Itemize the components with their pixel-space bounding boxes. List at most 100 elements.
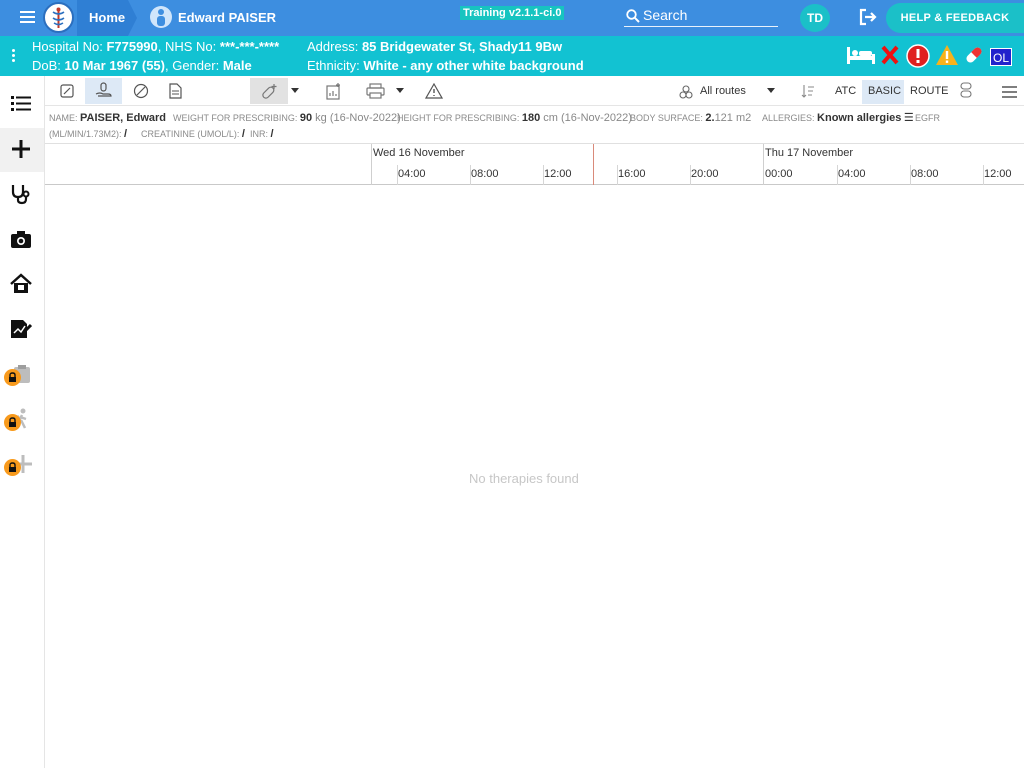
banner-more-icon[interactable]: [12, 49, 16, 64]
nav-list[interactable]: [0, 82, 44, 126]
weight-value: 90: [299, 112, 313, 124]
camera-icon: [11, 231, 31, 248]
no-entry-icon: [133, 83, 149, 99]
toolbar-add-therapy-button[interactable]: [250, 78, 288, 104]
prescription-icon: [60, 84, 74, 98]
date-of-birth: 10 Mar 1967 (55): [64, 58, 165, 73]
nav-documents[interactable]: [0, 308, 44, 352]
basic-grouping-button[interactable]: BASIC: [868, 85, 901, 97]
timeline-hour: 12:00: [544, 168, 572, 180]
day-divider: [763, 144, 764, 185]
print-dropdown-icon[interactable]: [396, 88, 404, 94]
search-icon: [626, 9, 640, 23]
gender: Male: [222, 58, 252, 73]
lock-icon: [9, 417, 16, 427]
more-menu-icon[interactable]: [1002, 86, 1017, 98]
document-icon: [169, 83, 182, 99]
bed-icon[interactable]: [846, 44, 876, 66]
address: 85 Bridgewater St, Shady11 9Bw: [361, 39, 563, 54]
address-line: Address: 85 Bridgewater St, Shady11 9Bw: [307, 39, 563, 54]
hand-pill-icon: [95, 82, 112, 97]
bsa-value: 2.: [705, 112, 715, 124]
toolbar-view-1-button[interactable]: [53, 78, 81, 104]
search-box[interactable]: Search: [624, 6, 778, 27]
patient-info-name: PAISER, Edward: [80, 112, 167, 124]
warning-outline-icon: [425, 83, 443, 99]
add-therapy-dropdown-icon[interactable]: [291, 88, 299, 94]
nav-locked-clipboard[interactable]: [0, 353, 44, 397]
toolbar-report-button[interactable]: [319, 78, 347, 104]
timeline-day-2: Thu 17 November: [765, 147, 854, 159]
timeline-hour: 00:00: [765, 168, 793, 180]
timeline-hour: 12:00: [984, 168, 1012, 180]
allergies-value[interactable]: Known allergies: [817, 112, 901, 124]
routes-dropdown-icon[interactable]: [767, 88, 775, 94]
routes-filter-select[interactable]: All routes: [700, 85, 746, 97]
ol-badge[interactable]: OL: [990, 48, 1012, 66]
medication-pill-icon[interactable]: [963, 44, 985, 66]
toolbar-administration-button[interactable]: [85, 78, 122, 104]
toolbar-document-button[interactable]: [161, 78, 189, 104]
routes-icon: [679, 85, 693, 99]
add-pill-icon: [262, 84, 277, 99]
ethnicity-line: Ethnicity: White - any other white backg…: [307, 58, 584, 73]
height-value: 180: [521, 112, 541, 124]
app-logo[interactable]: [43, 2, 74, 33]
dob-gender-line: DoB: 10 Mar 1967 (55), Gender: Male: [32, 58, 252, 73]
plus-icon: [12, 140, 30, 158]
help-feedback-button[interactable]: HELP & FEEDBACK: [886, 3, 1024, 33]
toolbar-warnings-button[interactable]: [420, 78, 448, 104]
group-pills-icon[interactable]: [959, 82, 973, 98]
top-bar: Home Edward PAISER Training v2.1.1-ci.0 …: [0, 0, 1024, 36]
route-grouping-button[interactable]: ROUTE: [910, 85, 949, 97]
creatinine-value: /: [241, 128, 245, 140]
timeline-hour: 04:00: [838, 168, 866, 180]
patient-person-icon: [150, 6, 172, 28]
nav-home[interactable]: [0, 263, 44, 307]
warning-alert-icon[interactable]: [935, 44, 959, 66]
search-label: Search: [643, 7, 688, 23]
patient-name-breadcrumb[interactable]: Edward PAISER: [178, 10, 276, 25]
hospital-number: F775990: [106, 39, 158, 54]
ethnicity: White - any other white background: [363, 58, 584, 73]
nav-locked-add[interactable]: [0, 443, 44, 487]
logout-icon[interactable]: [858, 8, 878, 26]
lock-badge: [4, 459, 21, 476]
list-icon: [11, 96, 31, 111]
lock-badge: [4, 369, 21, 386]
allergies-list-icon[interactable]: ☰: [904, 112, 914, 124]
nav-locked-discharge[interactable]: [0, 398, 44, 442]
report-icon: [326, 83, 340, 100]
lock-icon: [9, 372, 16, 382]
printer-icon: [366, 83, 385, 99]
empty-therapies-message: No therapies found: [469, 471, 579, 486]
timeline-hour: 04:00: [398, 168, 426, 180]
therapy-toolbar: All routes ATC BASIC ROUTE: [45, 78, 1024, 106]
nav-camera[interactable]: [0, 218, 44, 262]
hospital-nhs-line: Hospital No: F775990, NHS No: ***-***-**…: [32, 39, 280, 54]
training-version-badge: Training v2.1.1-ci.0: [460, 6, 565, 20]
stethoscope-icon: [11, 185, 30, 205]
caduceus-icon: [52, 7, 65, 28]
toolbar-view-3-button[interactable]: [127, 78, 155, 104]
atc-grouping-button[interactable]: ATC: [835, 85, 856, 97]
patient-banner: Hospital No: F775990, NHS No: ***-***-**…: [0, 36, 1024, 76]
user-avatar[interactable]: TD: [800, 4, 830, 32]
document-edit-icon: [11, 320, 32, 338]
home-breadcrumb-label[interactable]: Home: [89, 10, 125, 25]
cross-alert-icon[interactable]: [880, 44, 900, 66]
nav-clinical[interactable]: [0, 173, 44, 217]
error-alert-icon[interactable]: [906, 44, 930, 68]
timeline-hour: 20:00: [691, 168, 719, 180]
timeline-hour: 08:00: [471, 168, 499, 180]
nav-add[interactable]: [0, 128, 44, 172]
timeline-hour: 16:00: [618, 168, 646, 180]
nhs-number: ***-***-****: [219, 39, 280, 54]
toolbar-print-button[interactable]: [361, 78, 391, 104]
house-icon: [10, 273, 32, 293]
lock-icon: [9, 462, 16, 472]
hamburger-menu-icon[interactable]: [20, 11, 35, 24]
inr-value: /: [270, 128, 274, 140]
lock-badge: [4, 414, 21, 431]
sort-icon[interactable]: [801, 84, 815, 99]
